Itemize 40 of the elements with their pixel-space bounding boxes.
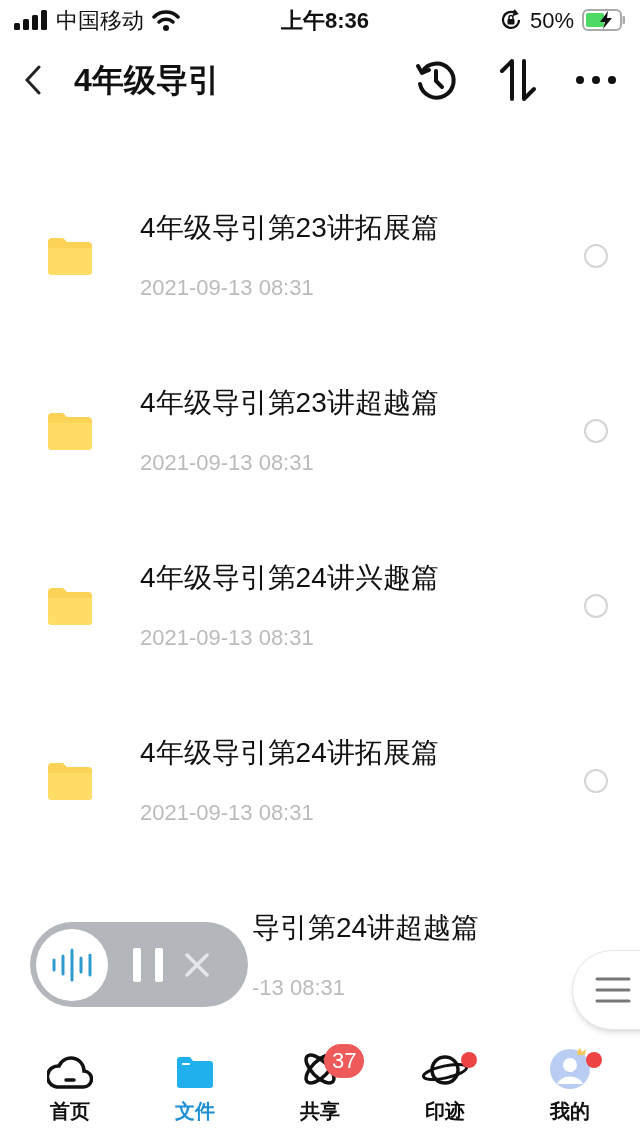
folder-icon [48,586,92,625]
sound-wave-icon [51,947,93,982]
wifi-icon [152,9,180,31]
status-time: 上午8:36 [280,6,369,35]
tab-bar-item[interactable]: 我的 [519,1040,620,1130]
more-icon [576,76,616,84]
audio-button[interactable] [36,928,108,1001]
pause-icon [133,947,163,982]
avatar-icon [548,1048,591,1090]
folder-icon [48,411,92,450]
folder-name: 导引第24讲超越篇 [252,911,481,945]
folder-icon [175,1054,216,1090]
folder-name: 4年级导引第23讲拓展篇 [140,211,440,245]
modified-date: 2021-09-13 08:31 [140,624,315,652]
cloud-icon [47,1054,94,1090]
menu-icon [595,977,631,1003]
modified-date: 2021-09-13 08:31 [140,274,315,302]
tab-bar-item[interactable]: 首页 [20,1040,121,1130]
folder-name: 4年级导引第23讲超越篇 [140,386,440,420]
sort-icon [498,59,538,101]
folder-name: 4年级导引第24讲兴趣篇 [140,561,440,595]
folder-icon [48,236,92,275]
modified-date: 2021-09-13 08:31 [140,449,315,477]
signal-icon [14,10,48,30]
side-menu-tab[interactable] [572,950,640,1030]
tab-bar-item[interactable]: 印迹 [394,1040,495,1130]
modified-date: 2021-09-13 08:31 [140,799,315,827]
folder-name: 4年级导引第24讲拓展篇 [140,736,440,770]
battery-charging-icon [582,9,626,31]
carrier-name: 中国移动 [56,6,144,35]
tab-bar-item[interactable]: 共享 37 [270,1040,370,1130]
modified-date: -13 08:31 [252,974,346,1002]
badge: 37 [324,1044,365,1078]
folder-title: 4年级导引 [74,61,220,100]
close-icon [185,952,209,977]
folder-icon [48,761,92,800]
tab-bar-item[interactable]: 文件 [145,1040,246,1130]
rotation-lock-icon [499,9,522,31]
battery-percent: 50% [529,6,574,35]
back-icon [25,65,41,95]
